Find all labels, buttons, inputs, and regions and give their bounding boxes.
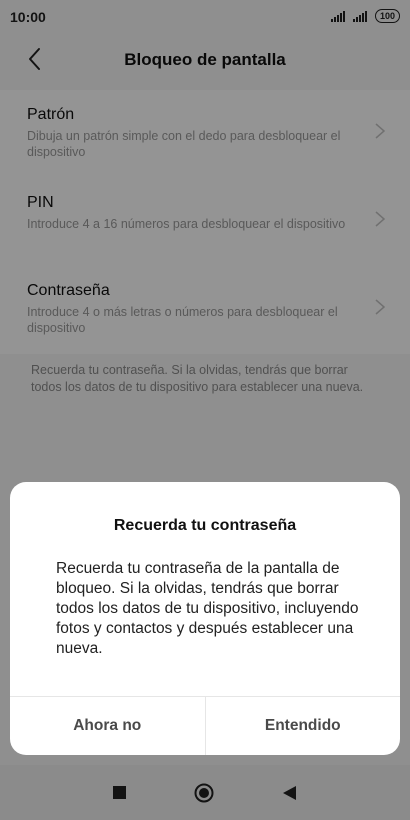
got-it-button[interactable]: Entendido: [204, 697, 401, 755]
dialog-message: Recuerda tu contraseña de la pantalla de…: [56, 560, 359, 657]
remember-password-dialog: Recuerda tu contraseña Recuerda tu contr…: [10, 482, 400, 755]
dialog-actions: Ahora no Entendido: [10, 696, 400, 755]
dialog-title: Recuerda tu contraseña: [113, 517, 297, 534]
not-now-button[interactable]: Ahora no: [10, 697, 205, 755]
